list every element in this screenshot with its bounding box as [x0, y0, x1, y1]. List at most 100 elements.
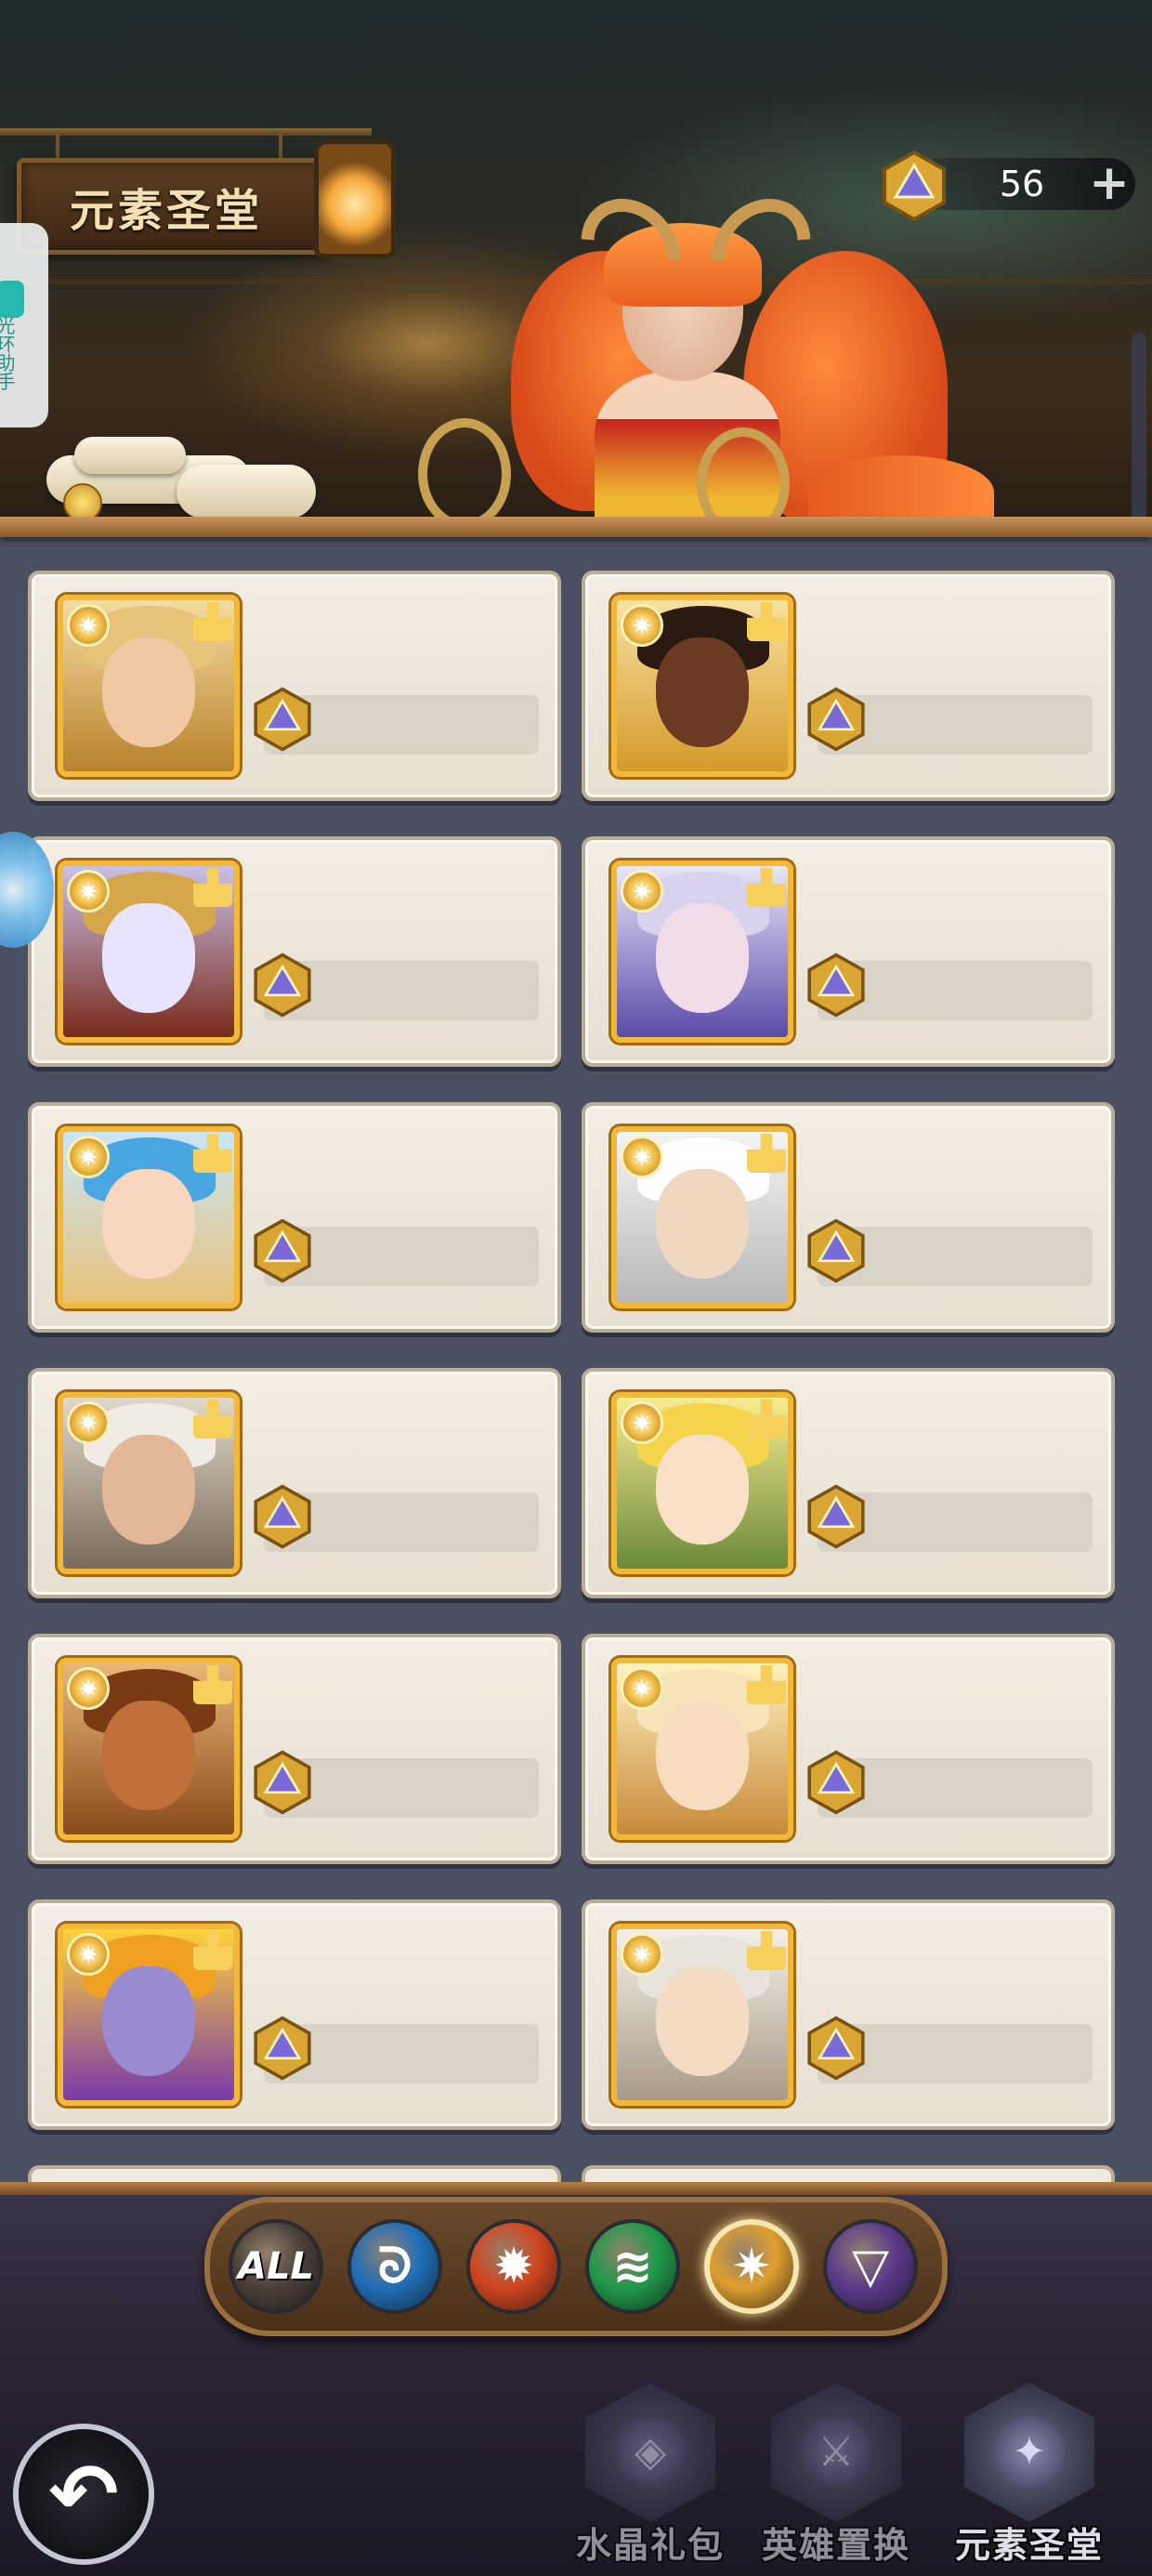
item-price [308, 1758, 539, 1818]
nav-label: 英雄置换 [761, 2525, 910, 2566]
crystal-icon [254, 2016, 311, 2081]
shop-item-card[interactable]: ✷ [582, 1634, 1115, 1864]
item-price [862, 961, 1093, 1020]
header-banner: 元素圣堂 56 + [0, 0, 1152, 520]
nav-hero-swap[interactable]: ⚔ 英雄置换 [743, 2379, 929, 2576]
item-name [253, 602, 550, 658]
light-element-icon: ✷ [67, 1401, 110, 1444]
shop-item-card[interactable]: ✷ [28, 1368, 561, 1598]
light-element-icon: ✷ [621, 1136, 663, 1178]
hero-portrait: ✷ [58, 1658, 240, 1840]
shop-item-card[interactable]: ✷ [582, 1899, 1115, 2130]
shop-item-card[interactable]: ✷ [582, 1102, 1115, 1333]
crystal-icon [254, 1218, 311, 1283]
assistant-label: 光环助手 [0, 316, 16, 390]
hero-portrait: ✷ [58, 1392, 240, 1574]
shop-item-card[interactable]: ✷ [28, 1102, 561, 1333]
shop-item-card[interactable] [582, 2165, 1115, 2182]
item-price [862, 1492, 1093, 1552]
crystal-pack-icon: ◈ [585, 2383, 715, 2522]
hero-portrait: ✷ [58, 1924, 240, 2106]
item-price [862, 695, 1093, 755]
element-temple-icon: ✦ [964, 2383, 1094, 2522]
nav-crystal-pack[interactable]: ◈ 水晶礼包 [557, 2379, 743, 2576]
filter-light-element[interactable]: ✷ [704, 2219, 799, 2314]
item-price [862, 1227, 1093, 1286]
shop-grid: ✷ ✷ ✷ ✷ ✷ ✷ ✷ ✷ ✷ ✷ ✷ ✷ [0, 537, 1152, 2182]
light-element-icon: ✷ [621, 1401, 663, 1444]
hero-portrait: ✷ [58, 595, 240, 777]
add-currency-button[interactable]: + [1083, 158, 1135, 210]
title-board: 元素圣堂 [17, 158, 329, 255]
shop-item-card[interactable]: ✷ [28, 1899, 561, 2130]
shop-item-card[interactable]: ✷ [28, 571, 561, 801]
filter-water-element[interactable]: ᘐ [347, 2219, 442, 2314]
item-name [253, 1931, 550, 1987]
crystal-icon [807, 1484, 865, 1549]
crystal-icon [254, 1750, 311, 1815]
light-element-icon: ✷ [731, 2239, 772, 2294]
hero-portrait: ✷ [611, 1126, 793, 1308]
item-name [806, 1400, 1104, 1455]
nav-label: 元素圣堂 [954, 2525, 1104, 2566]
item-price [862, 2024, 1093, 2083]
item-price [308, 1227, 539, 1286]
crystal-icon [807, 687, 865, 752]
light-element-icon: ✷ [67, 1667, 110, 1710]
water-element-icon: ᘐ [377, 2238, 412, 2294]
hero-swap-icon: ⚔ [771, 2383, 901, 2522]
scroll-indicator[interactable] [1132, 333, 1146, 520]
light-element-icon: ✷ [621, 1667, 663, 1710]
wind-element-icon: ≋ [612, 2239, 653, 2294]
crystal-icon [883, 150, 946, 222]
coin-icon [63, 483, 102, 520]
item-price [308, 961, 539, 1020]
scroll-decoration [177, 465, 316, 519]
hero-portrait: ✷ [611, 1392, 793, 1574]
item-name [806, 868, 1104, 924]
filter-label: ALL [238, 2245, 314, 2288]
crystal-icon [807, 953, 865, 1018]
shop-item-card[interactable]: ✷ [28, 836, 561, 1067]
fire-element-icon: ✹ [493, 2239, 534, 2294]
item-name [806, 1665, 1104, 1721]
filter-wind-element[interactable]: ≋ [585, 2219, 680, 2314]
light-element-icon: ✷ [621, 870, 663, 913]
hero-portrait: ✷ [611, 1658, 793, 1840]
crystal-icon [807, 2016, 865, 2081]
shop-item-card[interactable] [28, 2165, 561, 2182]
filter-all[interactable]: ALL [229, 2219, 323, 2314]
hero-portrait: ✷ [58, 861, 240, 1043]
back-arrow-icon: ↶ [48, 2445, 119, 2543]
crystal-icon [254, 1484, 311, 1549]
lantern-icon [314, 139, 396, 258]
light-element-icon: ✷ [621, 1933, 663, 1976]
item-name [806, 602, 1104, 658]
light-element-icon: ✷ [67, 1933, 110, 1976]
hero-portrait: ✷ [611, 861, 793, 1043]
item-name [806, 1134, 1104, 1189]
item-price [308, 1492, 539, 1552]
wood-frame-bottom [0, 2182, 1152, 2195]
assistant-widget[interactable]: 光环助手 [0, 223, 48, 427]
filter-fire-element[interactable]: ✹ [466, 2219, 561, 2314]
item-price [308, 2024, 539, 2083]
shop-item-card[interactable]: ✷ [582, 1368, 1115, 1598]
light-element-icon: ✷ [67, 1136, 110, 1178]
shop-item-card[interactable]: ✷ [582, 836, 1115, 1067]
light-element-icon: ✷ [67, 870, 110, 913]
shop-item-card[interactable]: ✷ [28, 1634, 561, 1864]
item-name [806, 1931, 1104, 1987]
hero-portrait: ✷ [611, 595, 793, 777]
back-button[interactable]: ↶ [13, 2424, 154, 2565]
wood-frame-top [0, 517, 1152, 537]
page-title: 元素圣堂 [70, 185, 264, 237]
shop-item-card[interactable]: ✷ [582, 571, 1115, 801]
item-name [253, 1400, 550, 1455]
item-price [862, 1758, 1093, 1818]
crystal-icon [807, 1218, 865, 1283]
item-name [253, 868, 550, 924]
nav-element-temple[interactable]: ✦ 元素圣堂 [936, 2379, 1122, 2576]
dark-element-icon: ▽ [852, 2239, 889, 2294]
filter-dark-element[interactable]: ▽ [823, 2219, 918, 2314]
